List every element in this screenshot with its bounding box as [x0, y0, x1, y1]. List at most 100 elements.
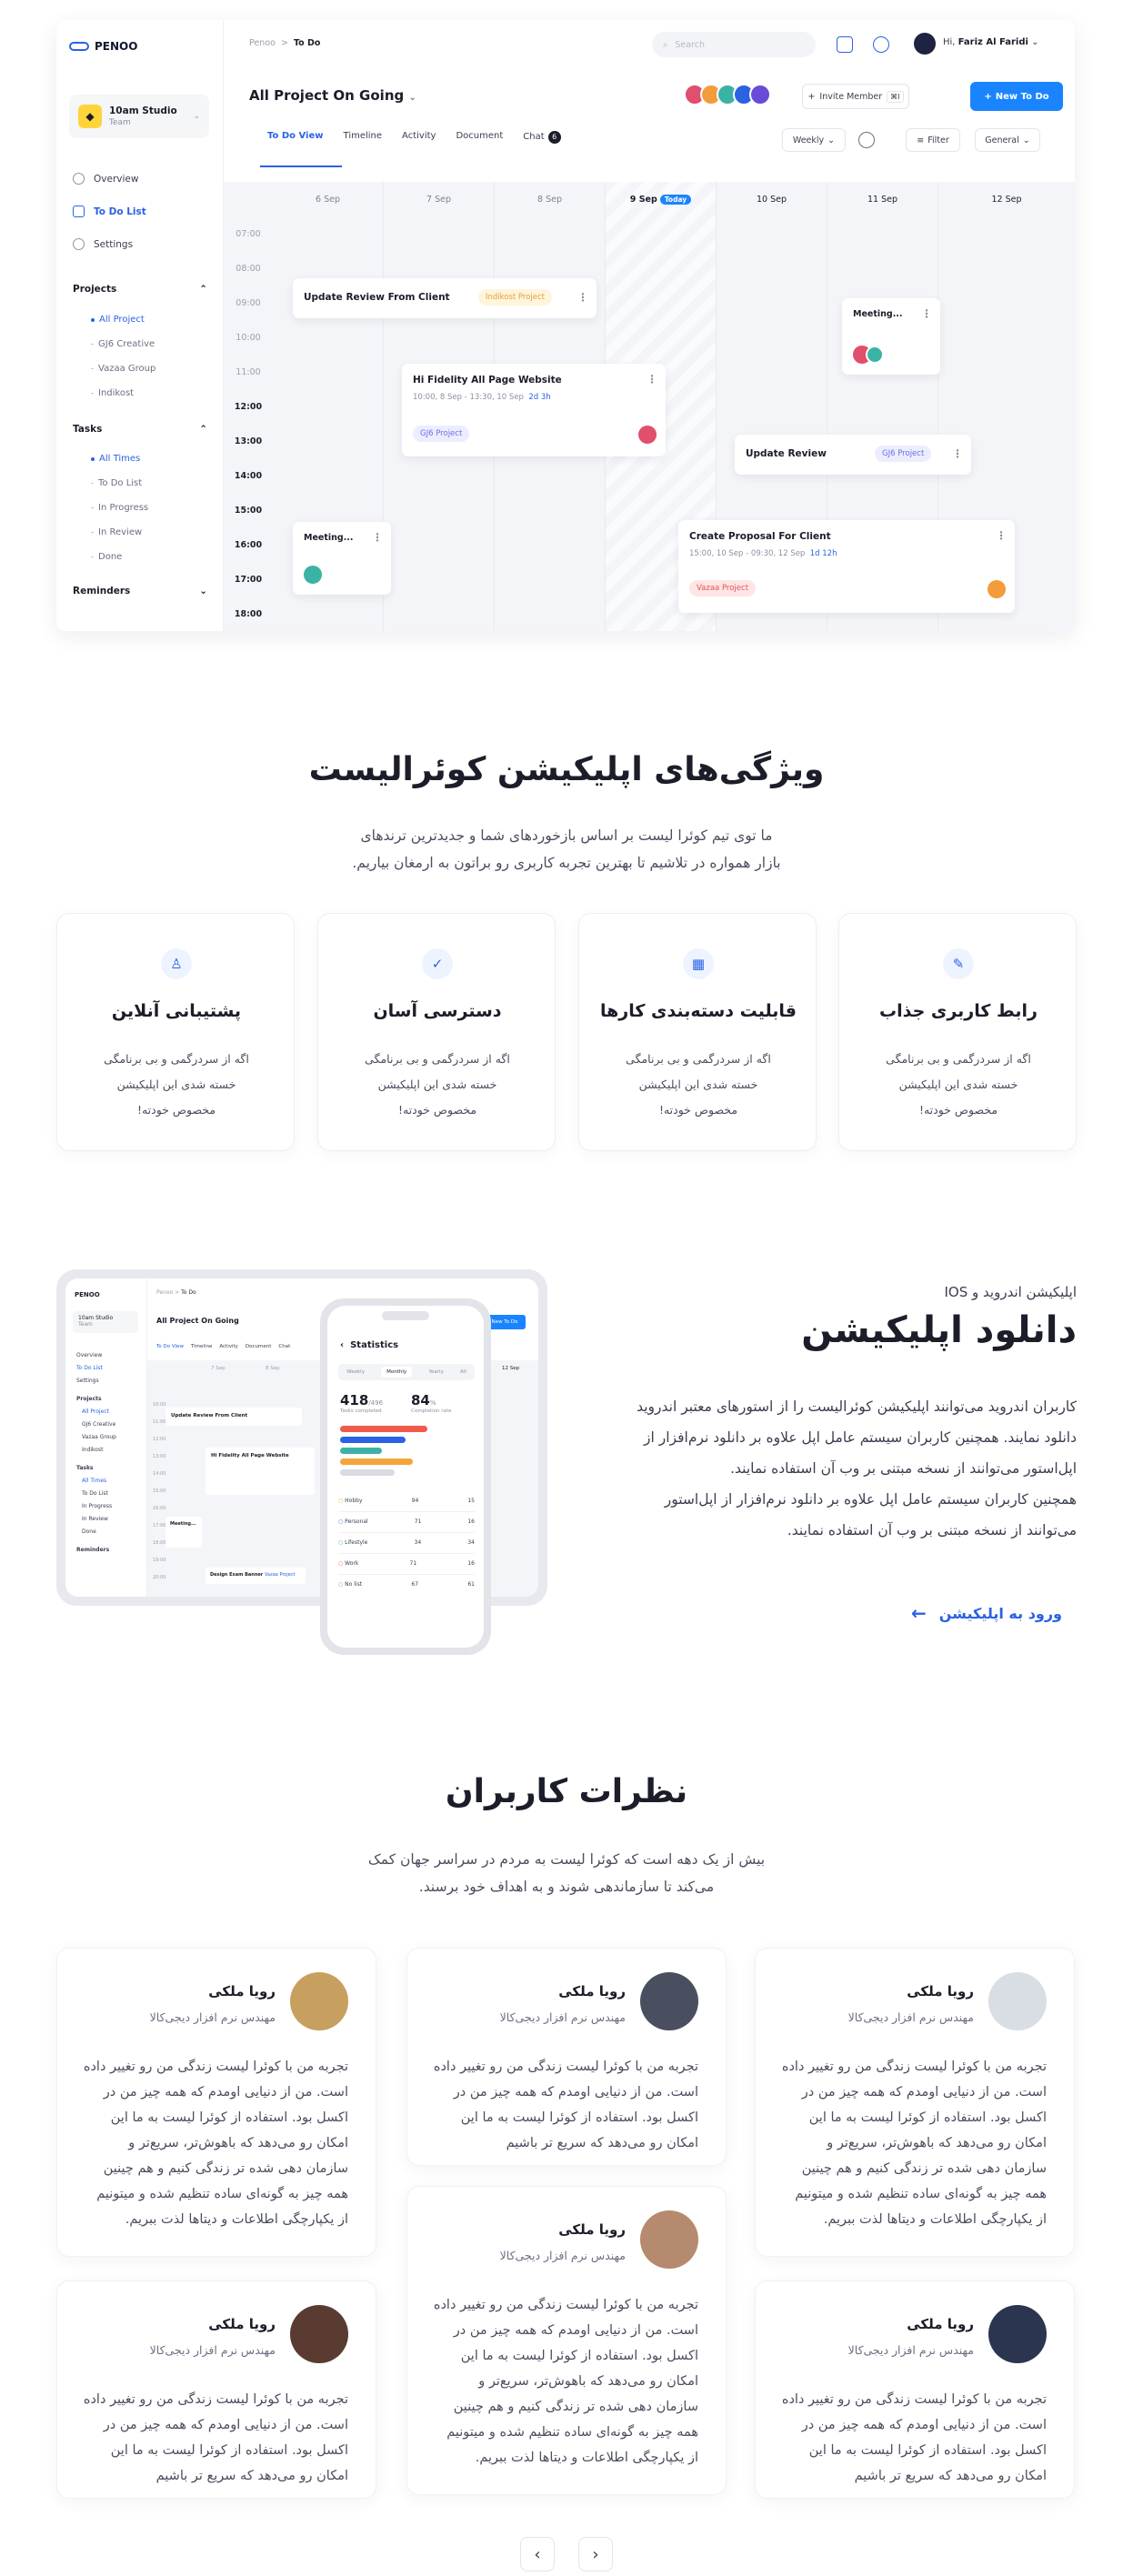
task-item[interactable]: Done: [91, 552, 122, 562]
task-item[interactable]: All Times: [91, 454, 140, 464]
member-avatars[interactable]: [684, 84, 771, 105]
testimonial-card: رویا ملکی مهندس نرم افزار دیجی‌کالا تجرب…: [755, 2280, 1075, 2499]
phone-mockup: ‹ Statistics Weekly Monthly Yearly All 418/…: [320, 1298, 491, 1655]
new-todo-button[interactable]: + New To Do: [970, 82, 1063, 111]
tab-activity[interactable]: Activity: [402, 131, 436, 144]
team-switcher[interactable]: ◆ 10am Studio Team ⌄: [69, 95, 209, 138]
testimonial-card: رویا ملکی مهندس نرم افزار دیجی‌کالا تجرب…: [406, 1948, 727, 2166]
project-tag: Indikost Project: [478, 289, 553, 306]
phone-period-tabs: Weekly Monthly Yearly All: [338, 1364, 475, 1380]
mini-time: 16:00: [153, 1506, 166, 1511]
mini-section: Tasks: [76, 1465, 94, 1471]
feature-desc: اگه از سردرگمی و بی برنامگی خسته شدی این …: [607, 1047, 790, 1123]
breadcrumb-root[interactable]: Penoo: [249, 38, 276, 48]
task-card[interactable]: Update Review GJ6 Project ⋮: [735, 435, 971, 475]
filter-button[interactable]: ≡ Filter: [906, 128, 960, 152]
task-card[interactable]: Create Proposal For Client 15:00, 10 Sep…: [678, 520, 1015, 613]
reviewer-role: مهندس نرم افزار دیجی‌کالا: [499, 2010, 626, 2024]
mini-card-tag: Vazaa Project: [265, 1572, 296, 1578]
reviewer-name: رویا ملکی: [208, 2316, 276, 2332]
testimonial-card: رویا ملکی مهندس نرم افزار دیجی‌کالا تجرب…: [56, 2280, 376, 2499]
nav-overview[interactable]: Overview: [73, 173, 138, 185]
list-row-left: ○ Personal: [338, 1512, 368, 1532]
download-paragraph: همچنین کاربران سیستم عامل اپل علاوه بر د…: [664, 1491, 1077, 1539]
mini-item: To Do List: [82, 1490, 108, 1497]
prev-button[interactable]: ‹: [520, 2537, 555, 2571]
reviewer-role: مهندس نرم افزار دیجی‌کالا: [847, 2010, 974, 2024]
invite-member-button[interactable]: + Invite Member ⌘I: [802, 84, 909, 109]
stat-unit: %: [429, 1399, 436, 1407]
next-button[interactable]: ›: [578, 2537, 613, 2571]
settings-icon[interactable]: [858, 132, 875, 148]
task-card[interactable]: Meeting... ⋮: [842, 298, 940, 375]
tab-todo-view[interactable]: To Do View: [267, 131, 324, 144]
chevron-left-icon: ‹: [534, 2544, 541, 2564]
refresh-icon[interactable]: [873, 36, 889, 53]
project-label: Vazaa Group: [98, 364, 156, 374]
enter-app-label: ورود به اپلیکیشن: [938, 1604, 1062, 1622]
search-input[interactable]: ⌕ Search: [652, 32, 816, 57]
user-menu[interactable]: Hi, Fariz Al Faridi ⌄: [943, 37, 1039, 47]
nav-settings[interactable]: Settings: [73, 238, 133, 250]
mini-card-title: Design Exam Banner: [210, 1572, 264, 1578]
task-card[interactable]: Hi Fidelity All Page Website 10:00, 8 Se…: [402, 364, 666, 456]
tab-chat[interactable]: Chat 6: [523, 131, 561, 144]
avatar: [866, 346, 884, 364]
mini-page-title: All Project On Going: [156, 1317, 239, 1325]
stat-value: 418: [340, 1392, 369, 1408]
phone-notch: [382, 1311, 429, 1320]
weekly-select[interactable]: Weekly ⌄: [782, 128, 846, 152]
nav-todo-list[interactable]: To Do List: [73, 205, 146, 217]
task-item[interactable]: In Review: [91, 527, 142, 537]
general-select[interactable]: General ⌄: [975, 128, 1040, 152]
task-duration: 1d 12h: [809, 549, 837, 558]
task-label: To Do List: [98, 478, 143, 488]
mini-item: Indikost: [82, 1447, 104, 1453]
task-item[interactable]: In Progress: [91, 503, 148, 513]
task-card[interactable]: Meeting... ⋮: [293, 522, 391, 595]
enter-app-link[interactable]: ورود به اپلیکیشن ←: [911, 1602, 1062, 1624]
page-title[interactable]: All Project On Going ⌄: [249, 87, 416, 104]
reviewer-role: مهندس نرم افزار دیجی‌کالا: [149, 2010, 276, 2024]
avatar: [638, 426, 657, 444]
mini-item: In Progress: [82, 1503, 113, 1509]
nav-label: Settings: [94, 238, 134, 250]
mini-time: 20:00: [153, 1575, 166, 1580]
reminders-section-header[interactable]: Reminders ⌄: [73, 586, 207, 596]
tab-chat-label: Chat: [523, 132, 545, 142]
user-name: Fariz Al Faridi: [958, 37, 1028, 47]
more-icon[interactable]: ⋮: [952, 447, 963, 460]
more-icon[interactable]: ⋮: [372, 531, 383, 544]
projects-section-header[interactable]: Projects ⌃: [73, 284, 207, 295]
inbox-icon[interactable]: [837, 36, 853, 53]
project-item[interactable]: All Project: [91, 315, 145, 325]
overview-icon: [73, 173, 85, 185]
mini-tab: Timeline: [190, 1344, 213, 1349]
list-name: Personal: [345, 1519, 368, 1525]
more-icon[interactable]: ⋮: [996, 529, 1007, 542]
more-icon[interactable]: ⋮: [577, 291, 588, 304]
tab-timeline[interactable]: Timeline: [344, 131, 383, 144]
review-text: تجربه من با کوئرا لیست زندگی من رو تغییر…: [433, 2060, 698, 2150]
project-item[interactable]: Indikost: [91, 388, 134, 398]
phone-list: ○ Hobby 94 15 ○ Personal 71 16 ○ Lifestyle 34…: [338, 1491, 475, 1595]
project-item[interactable]: Vazaa Group: [91, 364, 155, 374]
task-card[interactable]: Update Review From Client Indikost Proje…: [293, 278, 597, 318]
more-icon[interactable]: ⋮: [921, 307, 932, 320]
list-row-left: ○ Lifestyle: [338, 1533, 367, 1553]
project-item[interactable]: GJ6 Creative: [91, 339, 155, 349]
mini-team-sub: Team: [78, 1321, 93, 1328]
mini-section: Projects: [76, 1396, 102, 1402]
tasks-section-header[interactable]: Tasks ⌃: [73, 424, 207, 435]
avatar[interactable]: [914, 33, 936, 55]
download-paragraph: کاربران اندروید می‌توانند اپلیکیشن کوئرا…: [637, 1398, 1077, 1477]
list-icon: [73, 205, 85, 217]
reviewer-name: رویا ملکی: [558, 2221, 626, 2238]
mini-item: In Review: [82, 1516, 108, 1522]
logo[interactable]: PENOO: [69, 40, 137, 53]
tab-document[interactable]: Document: [456, 131, 503, 144]
task-item[interactable]: To Do List: [91, 478, 142, 488]
download-title: دانلود اپلیکیشن: [801, 1309, 1077, 1351]
more-icon[interactable]: ⋮: [647, 373, 657, 386]
list-count: 16: [467, 1560, 475, 1567]
